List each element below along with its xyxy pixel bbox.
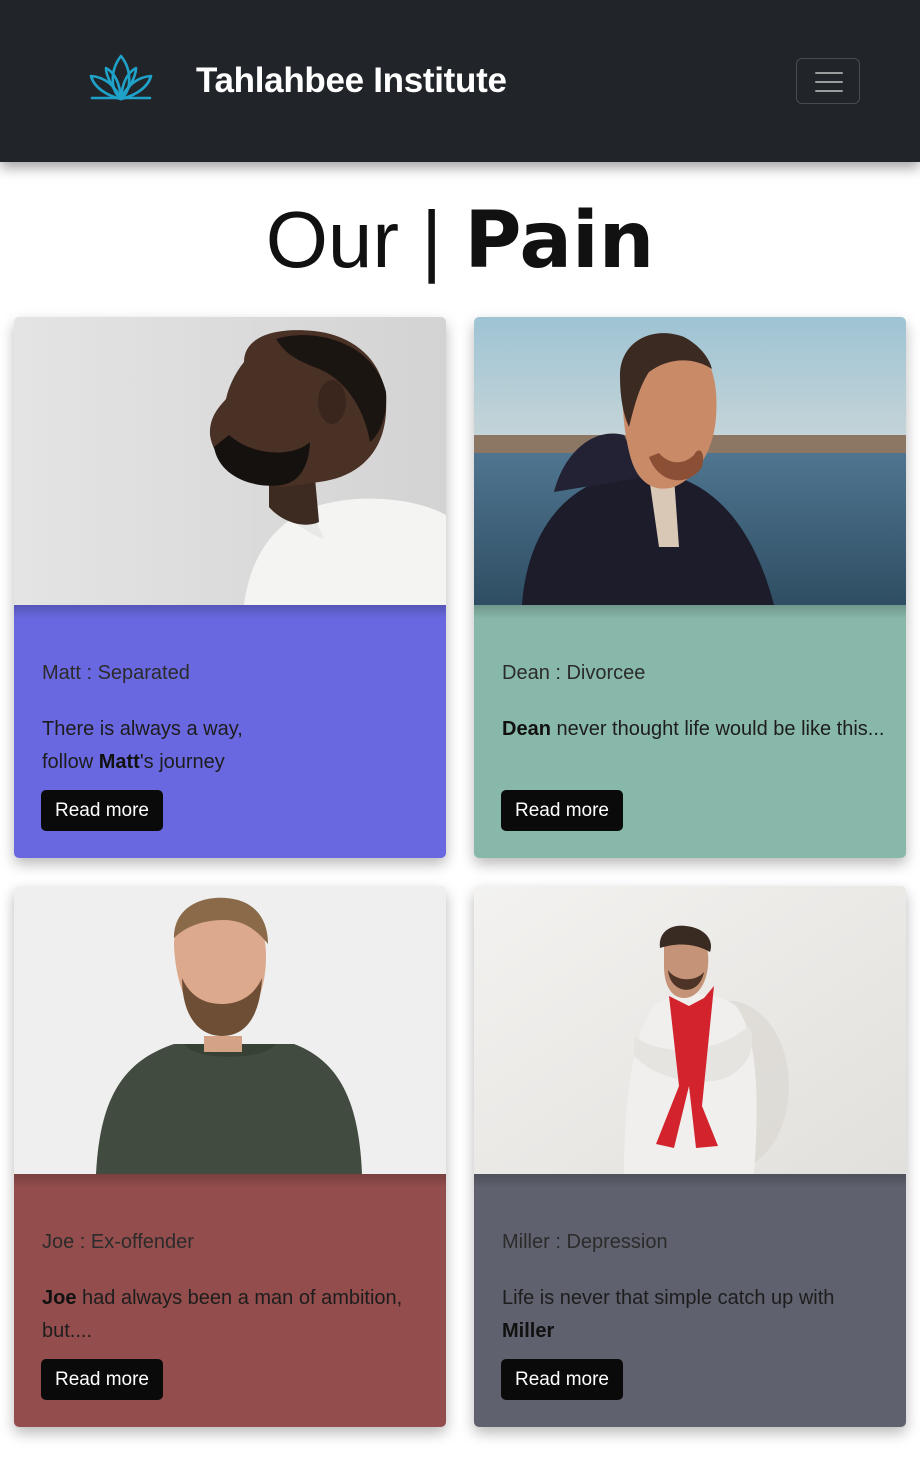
card-subtitle: Dean : Divorcee [502,662,646,684]
card-text-name: Dean [502,718,551,740]
read-more-button[interactable]: Read more [501,790,623,831]
navbar: Tahlahbee Institute [0,0,920,162]
card-text-post: had always been a man of ambition, but..… [42,1287,403,1342]
read-more-button[interactable]: Read more [501,1359,623,1400]
photo-dean [474,317,906,605]
card-text-name: Miller [502,1320,555,1342]
card-text-line: There is always a way, [42,718,243,740]
page-title-light: Our | [265,195,443,284]
photo-joe [14,886,446,1174]
card-subtitle: Miller : Depression [502,1231,668,1253]
card-body-matt: Matt : Separated There is always a way, … [14,605,446,858]
card-text: Life is never that simple catch up with … [502,1282,887,1348]
card-subtitle: Matt : Separated [42,662,190,684]
page-title-bold: Pain [464,196,655,286]
read-more-button[interactable]: Read more [41,1359,163,1400]
card-body-joe: Joe : Ex-offender Joe had always been a … [14,1174,446,1427]
card-text-post: 's journey [139,751,225,773]
photo-matt [14,317,446,605]
brand-name[interactable]: Tahlahbee Institute [196,60,507,102]
story-card-joe: Joe : Ex-offender Joe had always been a … [14,886,446,1427]
photo-miller [474,886,906,1174]
card-text-pre: Life is never that simple catch up with [502,1287,835,1309]
page-title: Our | Pain [0,192,920,289]
card-text-pre: follow [42,751,99,773]
card-text: There is always a way, follow Matt's jou… [42,713,427,779]
hamburger-menu-icon[interactable] [796,58,860,104]
card-text: Dean never thought life would be like th… [502,713,887,746]
card-text-name: Joe [42,1287,77,1309]
card-text-post: never thought life would be like this... [550,718,885,740]
story-card-miller: Miller : Depression Life is never that s… [474,886,906,1427]
story-card-dean: Dean : Divorcee Dean never thought life … [474,317,906,858]
lotus-icon[interactable] [88,52,154,102]
story-card-matt: Matt : Separated There is always a way, … [14,317,446,858]
read-more-button[interactable]: Read more [41,790,163,831]
card-body-dean: Dean : Divorcee Dean never thought life … [474,605,906,858]
card-body-miller: Miller : Depression Life is never that s… [474,1174,906,1427]
card-text-name: Matt [98,751,140,773]
card-text: Joe had always been a man of ambition, b… [42,1282,427,1348]
card-subtitle: Joe : Ex-offender [42,1231,194,1253]
